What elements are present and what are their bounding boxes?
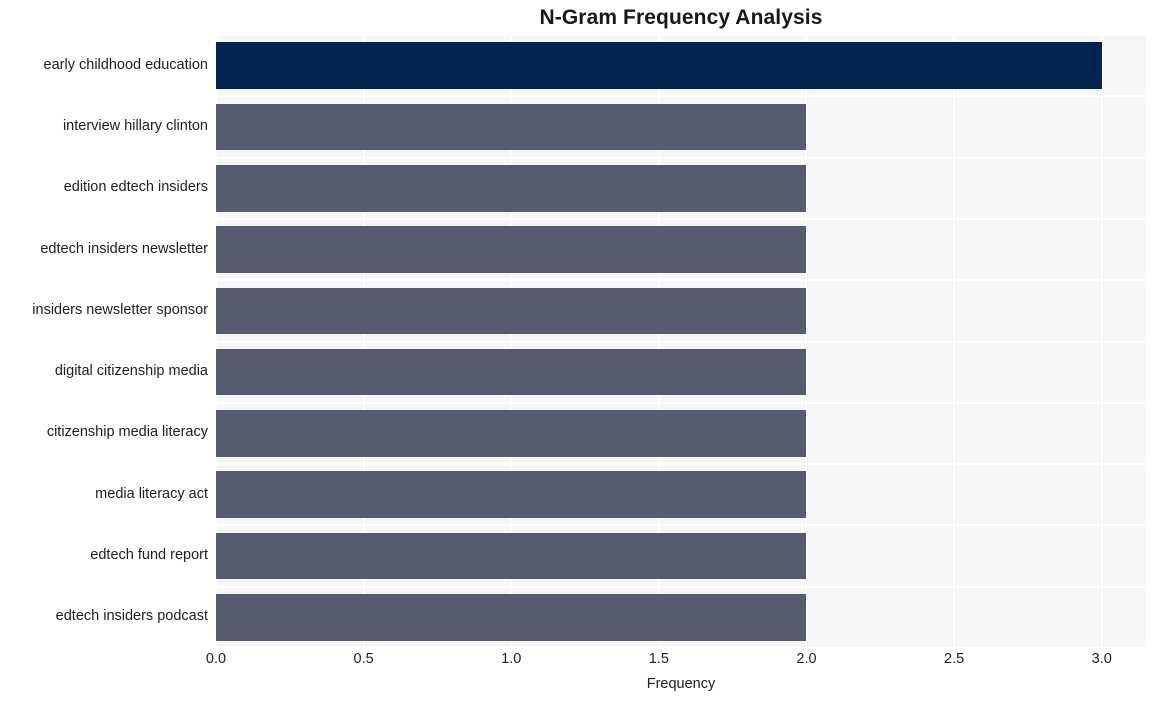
y-axis-tick-label: media literacy act [95, 485, 208, 502]
x-axis-tick-label: 0.0 [205, 651, 227, 667]
gridline-horizontal [216, 95, 1146, 98]
y-axis-tick-label: early childhood education [43, 56, 208, 73]
y-axis-tick-label: edtech fund report [90, 547, 208, 564]
gridline-horizontal [216, 647, 1146, 648]
x-axis-tick-label: 1.0 [501, 651, 522, 667]
chart-figure: N-Gram Frequency Analysis early childhoo… [0, 0, 1156, 701]
x-axis-tick-labels: 0.0 0.5 1.0 1.5 2.0 2.5 3.0 [206, 651, 1146, 671]
gridline-horizontal [216, 217, 1146, 220]
chart-title: N-Gram Frequency Analysis [539, 6, 823, 29]
x-axis-title: Frequency [646, 676, 716, 692]
bar[interactable] [216, 348, 807, 396]
x-axis-tick-label: 1.5 [648, 651, 669, 667]
y-axis-tick-label: digital citizenship media [54, 363, 208, 380]
y-axis-tick-label: edtech insiders newsletter [40, 240, 208, 257]
bar[interactable] [216, 226, 807, 273]
bar[interactable] [216, 594, 807, 641]
y-axis-tick-label: interview hillary clinton [62, 117, 208, 134]
gridline-horizontal [216, 35, 1146, 36]
gridline-horizontal [216, 156, 1146, 159]
bar[interactable] [216, 42, 1102, 89]
bar[interactable] [216, 287, 807, 335]
bar[interactable] [216, 103, 807, 151]
gridline-horizontal [216, 524, 1146, 527]
gridline-horizontal [216, 401, 1146, 404]
bar[interactable] [216, 164, 807, 212]
y-axis-tick-label: edtech insiders podcast [55, 608, 208, 625]
y-axis-tick-label: insiders newsletter sponsor [32, 301, 208, 318]
x-axis-tick-label: 2.0 [796, 651, 817, 667]
x-axis-tick-label: 3.0 [1091, 651, 1112, 667]
gridline-horizontal [216, 340, 1146, 343]
bar[interactable] [216, 410, 807, 457]
y-axis-tick-label: citizenship media literacy [46, 424, 208, 441]
plot-area [216, 35, 1146, 648]
x-axis-tick-label: 2.5 [944, 651, 965, 667]
bar[interactable] [216, 532, 807, 580]
gridline-horizontal [216, 463, 1146, 466]
bar[interactable] [216, 471, 807, 519]
y-axis-tick-labels: early childhood education interview hilla… [0, 35, 216, 648]
y-axis-tick-label: edition edtech insiders [63, 179, 208, 196]
gridline-horizontal [216, 279, 1146, 282]
x-axis-tick-label: 0.5 [353, 651, 374, 667]
gridline-horizontal [216, 585, 1146, 588]
